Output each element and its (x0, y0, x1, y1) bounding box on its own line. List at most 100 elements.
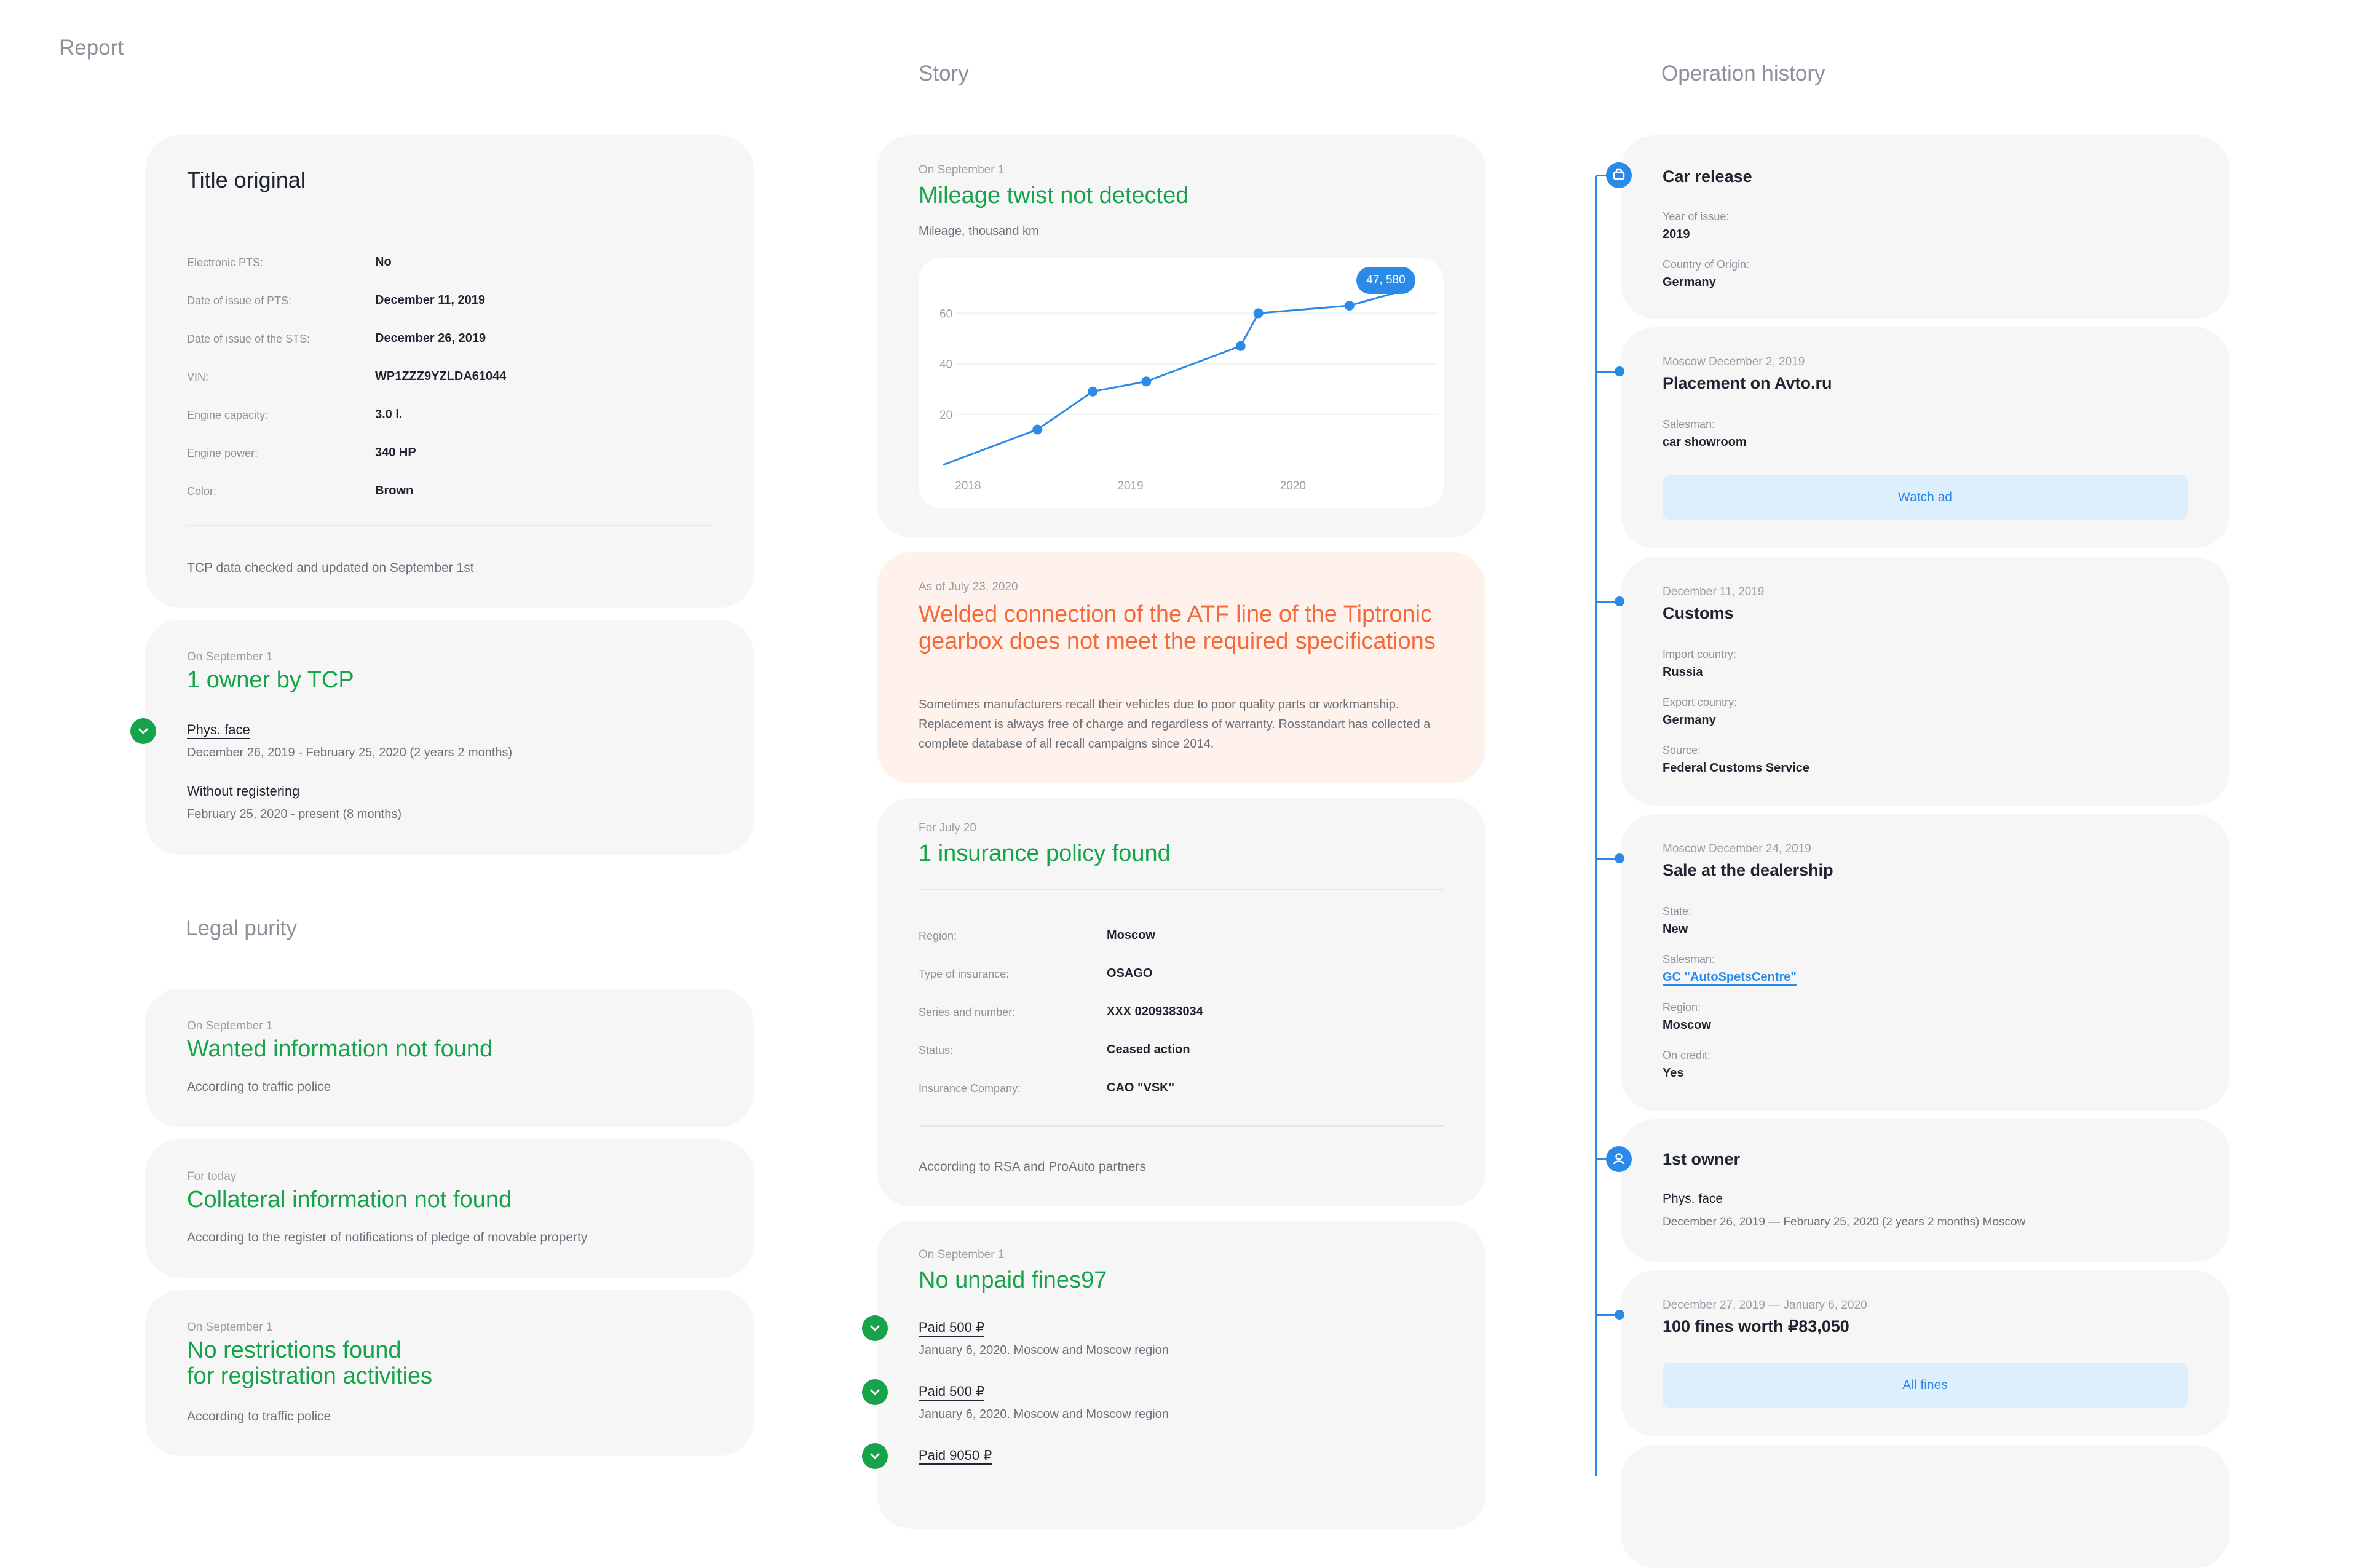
recall-title-line2: gearbox does not meet the required speci… (919, 628, 1436, 654)
owner-period: December 26, 2019 - February 25, 2020 (2… (187, 746, 513, 759)
y-tick-label: 60 (939, 307, 952, 320)
color-value: Brown (375, 484, 414, 497)
wanted-date: On September 1 (187, 1020, 273, 1032)
op-value: car showroom (1663, 435, 1747, 449)
engine-power-value: 340 HP (375, 446, 416, 459)
op-value: 2019 (1663, 228, 1690, 241)
all-fines-button[interactable]: All fines (1663, 1363, 2188, 1408)
op-fines-card: December 27, 2019 — January 6, 2020 100 … (1621, 1270, 2229, 1436)
restrictions-title-line2: for registration activities (187, 1363, 433, 1389)
collateral-date: For today (187, 1170, 237, 1183)
owners-date: On September 1 (187, 651, 273, 663)
owner-unregistered-period: February 25, 2020 - present (8 months) (187, 807, 402, 821)
op-label: Salesman: (1663, 953, 1715, 965)
op-label: Country of Origin: (1663, 258, 1750, 271)
mileage-subtitle: Mileage, thousand km (919, 224, 1039, 238)
vin-value: WP1ZZZ9YZLDA61044 (375, 370, 507, 383)
op-car-release-card: Car release Year of issue: 2019 Country … (1621, 135, 2229, 319)
collateral-card: For today Collateral information not fou… (145, 1139, 754, 1278)
sts-date-label: Date of issue of the STS: (187, 333, 310, 345)
restrictions-card: On September 1 No restrictions found for… (145, 1290, 754, 1456)
insurance-type-value: OSAGO (1107, 967, 1153, 980)
insurance-company-label: Insurance Company: (919, 1082, 1021, 1095)
op-label: Salesman: (1663, 418, 1715, 430)
user-icon (1606, 1146, 1632, 1172)
x-tick-label: 2019 (1117, 480, 1143, 493)
sts-date-value: December 26, 2019 (375, 331, 486, 345)
card-title: Title original (187, 167, 306, 192)
op-label: Year of issue: (1663, 210, 1730, 223)
op-label: Region: (1663, 1001, 1701, 1013)
mileage-title: Mileage twist not detected (919, 183, 1189, 208)
watch-ad-button[interactable]: Watch ad (1663, 475, 2188, 520)
mileage-card: On September 1 Mileage twist not detecte… (877, 135, 1485, 537)
mileage-point (1088, 386, 1098, 397)
op-first-owner-card: 1st owner Phys. face December 26, 2019 —… (1621, 1119, 2229, 1262)
op-label: Import country: (1663, 648, 1737, 660)
op-label: Source: (1663, 744, 1701, 756)
op-value: Moscow (1663, 1018, 1711, 1032)
y-tick-label: 20 (939, 409, 952, 422)
op-title: Customs (1663, 604, 1734, 622)
op-value: Federal Customs Service (1663, 761, 1809, 775)
restrictions-date: On September 1 (187, 1321, 273, 1334)
recall-body-line1: Sometimes manufacturers recall their veh… (919, 698, 1399, 711)
fine-item-link[interactable]: Paid 9050 ₽ (919, 1447, 992, 1463)
op-customs-card: December 11, 2019 Customs Import country… (1621, 557, 2229, 806)
divider (187, 525, 712, 526)
timeline-connector (1596, 371, 1617, 373)
timeline-dot (1615, 596, 1624, 606)
series-number-label: Series and number: (919, 1006, 1016, 1018)
insurance-type-label: Type of insurance: (919, 968, 1010, 980)
insurance-company-value: CAO "VSK" (1107, 1081, 1175, 1095)
collateral-source: According to the register of notificatio… (187, 1230, 588, 1245)
timeline-connector (1596, 601, 1617, 603)
x-tick-label: 2018 (955, 480, 981, 493)
status-label: Status: (919, 1044, 954, 1056)
engine-power-label: Engine power: (187, 447, 258, 459)
check-icon (862, 1379, 888, 1405)
mileage-chart: 20 40 60 2018 2019 2020 (939, 291, 1438, 493)
legal-purity-heading: Legal purity (186, 916, 297, 940)
fine-item-link[interactable]: Paid 500 ₽ (919, 1384, 984, 1400)
owner-name: Phys. face (1663, 1192, 1723, 1206)
recall-body-line3: complete database of all recall campaign… (919, 737, 1214, 751)
region-value: Moscow (1107, 929, 1155, 942)
mileage-point (1235, 341, 1246, 351)
recall-date: As of July 23, 2020 (919, 580, 1018, 593)
check-icon (862, 1315, 888, 1341)
op-value: Yes (1663, 1066, 1684, 1080)
op-date: Moscow December 2, 2019 (1663, 355, 1805, 368)
fine-item-meta: January 6, 2020. Moscow and Moscow regio… (919, 1408, 1169, 1421)
insurance-date: For July 20 (919, 822, 976, 834)
wanted-card: On September 1 Wanted information not fo… (145, 989, 754, 1127)
restrictions-title-line1: No restrictions found (187, 1337, 401, 1363)
divider (919, 889, 1444, 890)
timeline-dot (1615, 366, 1624, 376)
op-date: December 27, 2019 — January 6, 2020 (1663, 1299, 1867, 1312)
salesman-link[interactable]: GC "AutoSpetsCentre" (1663, 970, 1797, 984)
owners-card: On September 1 1 owner by TCP Phys. face… (145, 620, 754, 855)
car-icon (1606, 162, 1632, 188)
series-number-value: XXX 0209383034 (1107, 1005, 1203, 1018)
op-date: December 11, 2019 (1663, 585, 1765, 598)
color-label: Color: (187, 485, 217, 497)
timeline-connector (1596, 858, 1617, 860)
mileage-point (1141, 376, 1152, 387)
report-heading: Report (59, 36, 124, 60)
owner-phys-face-link[interactable]: Phys. face (187, 722, 250, 738)
y-tick-label: 40 (939, 358, 952, 371)
x-tick-label: 2020 (1280, 480, 1306, 493)
fine-item-link[interactable]: Paid 500 ₽ (919, 1320, 984, 1336)
op-label: Export country: (1663, 696, 1738, 708)
op-sale-card: Moscow December 24, 2019 Sale at the dea… (1621, 814, 2229, 1111)
op-title: 100 fines worth ₽83,050 (1663, 1317, 1849, 1336)
op-value: Germany (1663, 275, 1716, 289)
mileage-chart-panel: 20 40 60 2018 2019 2020 47, 580 (919, 258, 1444, 508)
timeline-dot (1615, 1310, 1624, 1320)
engine-capacity-label: Engine capacity: (187, 409, 269, 421)
insurance-title: 1 insurance policy found (919, 841, 1171, 866)
story-heading: Story (919, 61, 969, 85)
pts-electronic-label: Electronic PTS: (187, 256, 264, 269)
owner-period: December 26, 2019 — February 25, 2020 (2… (1663, 1216, 2026, 1229)
